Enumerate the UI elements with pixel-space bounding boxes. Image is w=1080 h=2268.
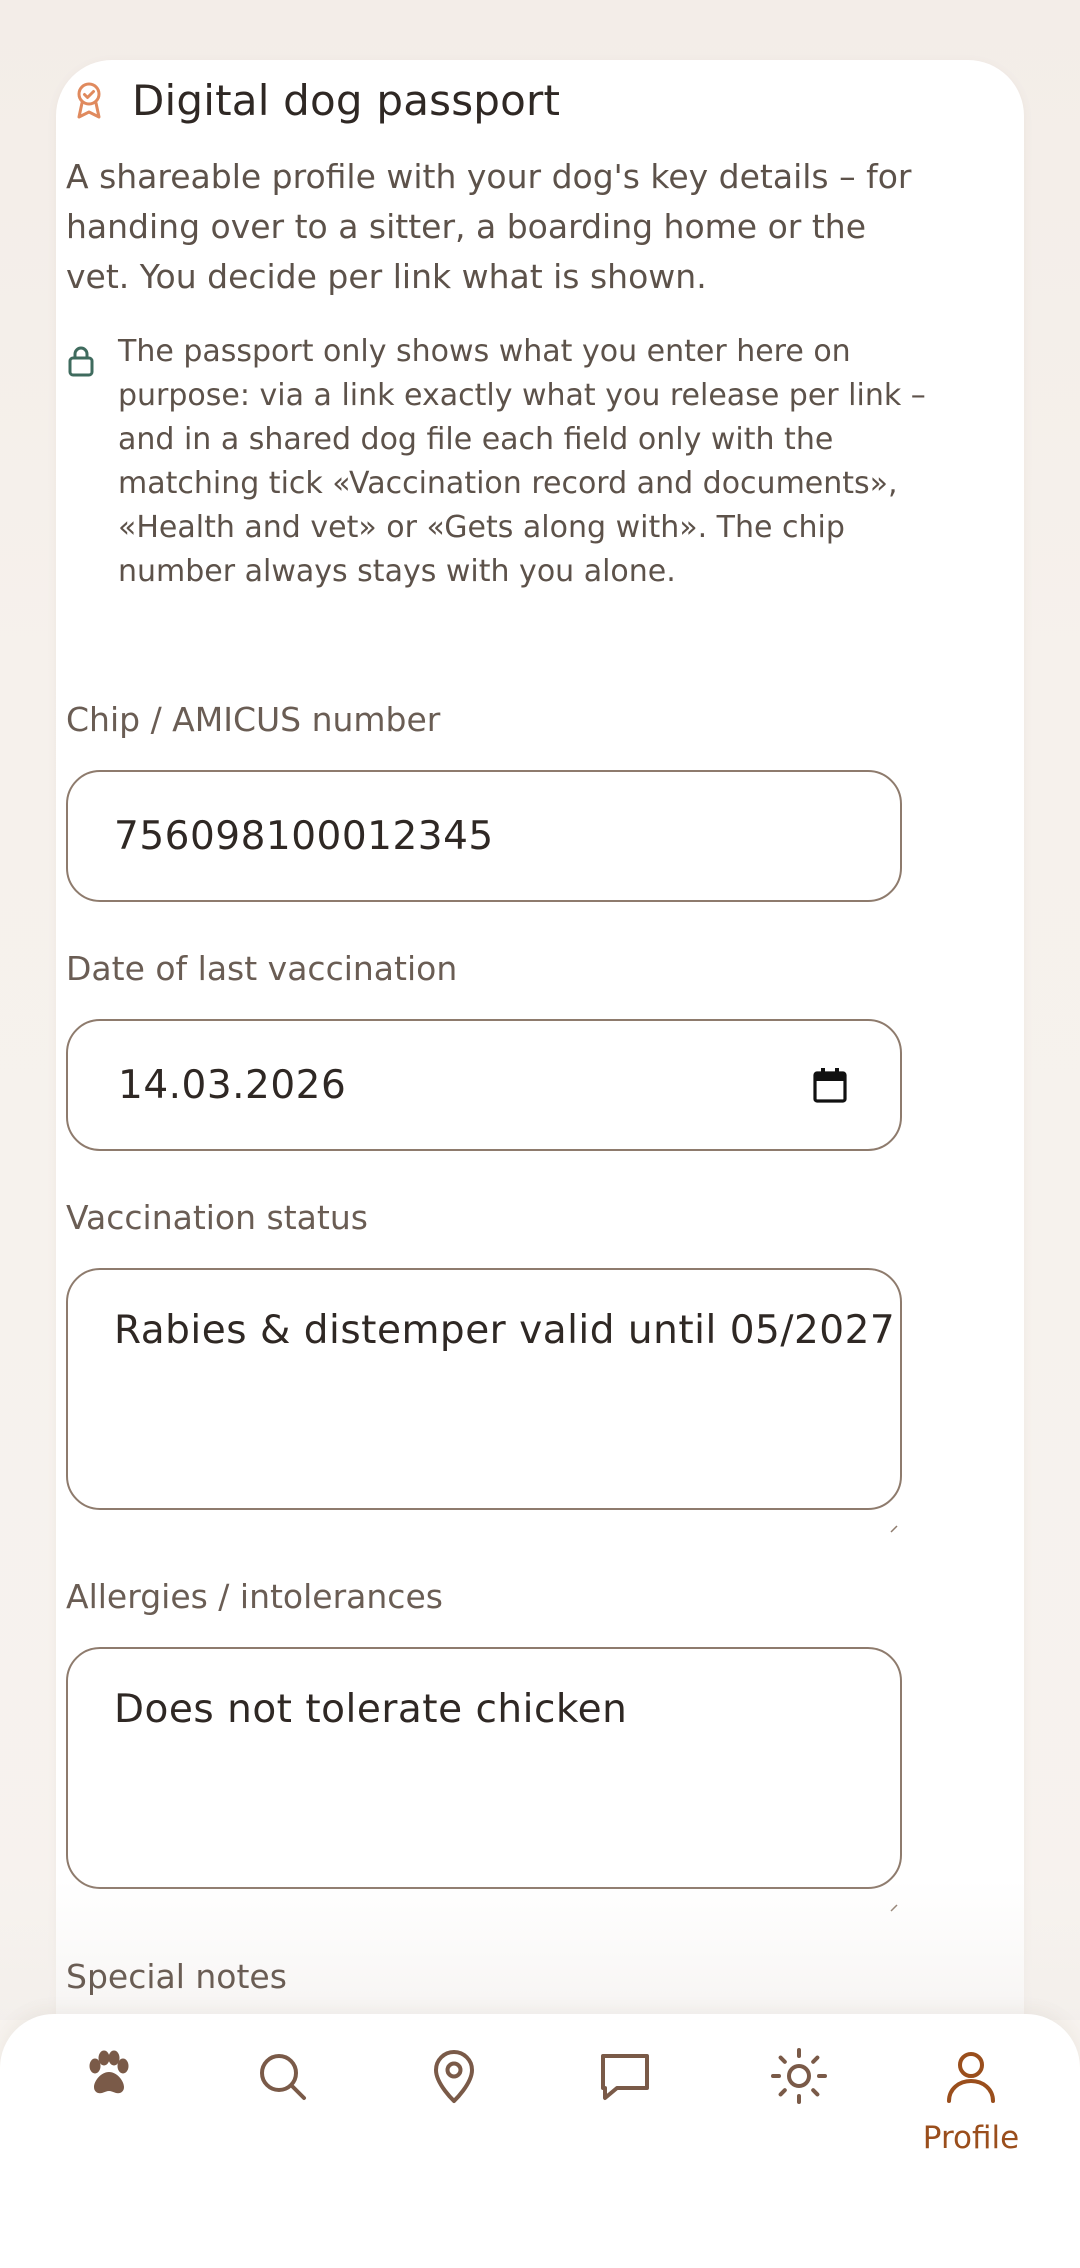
privacy-note-text: The passport only shows what you enter h… xyxy=(118,334,926,589)
page-title: Digital dog passport xyxy=(132,75,561,125)
app-screen: Digital dog passport A shareable profile… xyxy=(0,0,1080,2268)
passport-header: Digital dog passport xyxy=(66,70,560,130)
special-notes-label: Special notes xyxy=(66,1957,287,1996)
allergies-value: Does not tolerate chicken xyxy=(114,1687,628,1732)
vaccination-date-input[interactable]: 14.03.2026 xyxy=(66,1019,902,1151)
map-pin-icon xyxy=(434,2050,474,2103)
resize-handle-icon[interactable] xyxy=(890,1877,898,1912)
lock-icon xyxy=(66,344,102,388)
user-icon xyxy=(947,2052,995,2103)
nav-item-dogs[interactable] xyxy=(43,2046,173,2196)
resize-handle-icon[interactable] xyxy=(890,1498,898,1533)
award-ribbon-icon xyxy=(74,78,110,122)
chip-number-label: Chip / AMICUS number xyxy=(66,700,441,739)
nav-item-search[interactable] xyxy=(217,2046,347,2196)
chip-number-input[interactable]: 756098100012345 xyxy=(66,770,902,902)
vaccination-status-label: Vaccination status xyxy=(66,1198,368,1237)
vaccination-status-value: Rabies & distemper valid until 05/2027 xyxy=(114,1308,896,1353)
chip-number-value: 756098100012345 xyxy=(114,813,494,859)
paw-icon xyxy=(89,2050,129,2094)
vaccination-status-textarea[interactable]: Rabies & distemper valid until 05/2027 xyxy=(66,1268,902,1533)
allergies-textarea[interactable]: Does not tolerate chicken xyxy=(66,1647,902,1912)
nav-item-messages[interactable] xyxy=(560,2046,690,2196)
nav-item-profile[interactable]: Profile xyxy=(906,2046,1036,2196)
allergies-label: Allergies / intolerances xyxy=(66,1577,443,1616)
nav-item-map[interactable] xyxy=(389,2046,519,2196)
search-icon xyxy=(260,2054,306,2100)
bottom-navigation: Profile xyxy=(0,2014,1080,2268)
chat-icon xyxy=(601,2054,649,2100)
vaccination-date-label: Date of last vaccination xyxy=(66,949,458,988)
privacy-note: The passport only shows what you enter h… xyxy=(66,330,946,594)
calendar-icon[interactable] xyxy=(810,1065,850,1105)
sun-icon xyxy=(771,2048,827,2104)
nav-item-theme[interactable] xyxy=(734,2046,864,2196)
nav-profile-label: Profile xyxy=(922,2120,1020,2156)
vaccination-date-value: 14.03.2026 xyxy=(118,1062,347,1108)
passport-intro: A shareable profile with your dog's key … xyxy=(66,157,912,296)
